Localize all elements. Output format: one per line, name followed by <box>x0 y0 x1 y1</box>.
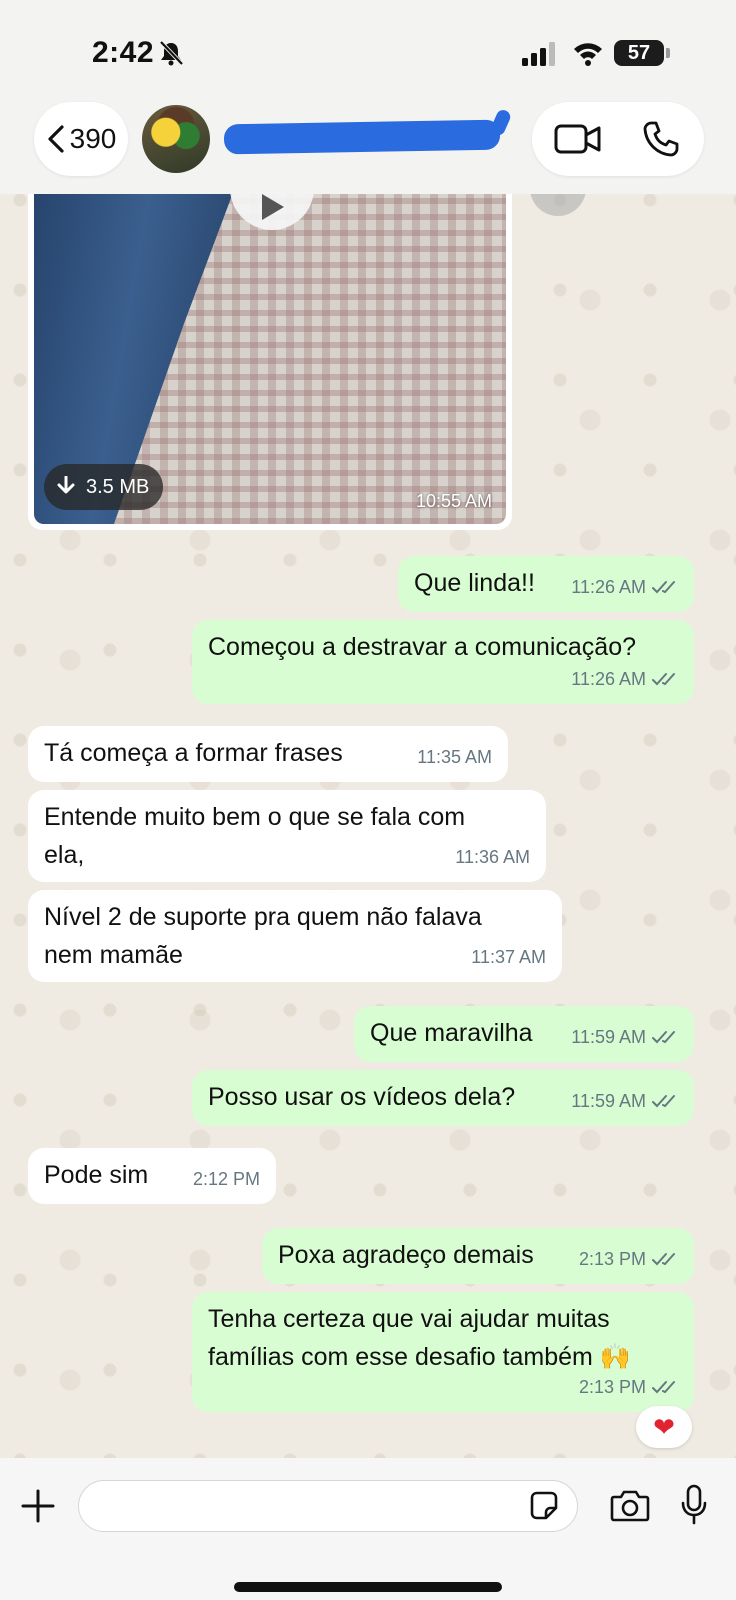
video-timestamp: 10:55 AM <box>415 491 492 511</box>
mic-icon[interactable] <box>680 1484 708 1526</box>
message-bubble-in[interactable]: Pode sim 2:12 PM <box>28 1148 276 1204</box>
download-icon <box>57 476 75 494</box>
video-thumbnail[interactable]: 3.5 MB 10:55 AM <box>34 190 506 524</box>
call-actions <box>532 102 704 176</box>
message-bubble-out[interactable]: Que linda!! 11:26 AM <box>398 556 694 612</box>
message-bubble-out[interactable]: Que maravilha 11:59 AM <box>354 1006 694 1062</box>
video-icon[interactable] <box>554 120 602 158</box>
message-meta: 2:13 PM <box>579 1240 678 1278</box>
sticker-icon[interactable] <box>528 1490 560 1522</box>
message-meta: 11:59 AM <box>571 1082 678 1120</box>
message-meta: 11:26 AM <box>571 568 678 606</box>
message-meta: 11:26 AM <box>571 660 678 698</box>
chevron-left-icon <box>48 125 64 153</box>
battery-indicator: 57 <box>614 40 670 66</box>
double-check-icon <box>652 1253 675 1266</box>
message-bubble-out[interactable]: Tenha certeza que vai ajudar muitas famí… <box>192 1292 694 1412</box>
status-bar: 2:42 57 <box>0 0 736 100</box>
phone-icon[interactable] <box>642 120 680 158</box>
message-time: 2:13 PM <box>578 1377 646 1397</box>
unread-count: 390 <box>69 123 117 154</box>
message-time: 2:13 PM <box>578 1249 646 1269</box>
message-time: 11:59 AM <box>571 1027 646 1047</box>
message-meta: 11:59 AM <box>571 1018 678 1056</box>
double-check-icon <box>652 673 675 686</box>
back-button[interactable]: 390 <box>34 102 128 176</box>
download-button[interactable]: 3.5 MB <box>44 464 164 510</box>
contact-name-redacted[interactable] <box>223 119 501 155</box>
play-icon[interactable] <box>230 190 314 230</box>
message-input[interactable] <box>78 1480 578 1532</box>
avatar[interactable] <box>142 105 210 173</box>
download-size: 3.5 MB <box>86 475 150 498</box>
message-meta: 2:12 PM <box>193 1160 260 1198</box>
message-bubble-in[interactable]: Nível 2 de suporte pra quem não falava n… <box>28 890 562 982</box>
double-check-icon <box>652 1381 675 1394</box>
message-time: 11:59 AM <box>571 1091 646 1111</box>
video-message[interactable]: 3.5 MB 10:55 AM <box>28 190 512 530</box>
message-meta: 11:36 AM <box>455 838 530 876</box>
message-time: 11:35 AM <box>417 747 492 767</box>
chat-header: 390 <box>0 100 736 194</box>
bell-off-icon <box>159 40 184 66</box>
double-check-icon <box>652 1095 675 1108</box>
status-time: 2:42 <box>92 36 155 69</box>
camera-icon[interactable] <box>610 1488 650 1522</box>
message-bubble-in[interactable]: Tá começa a formar frases 11:35 AM <box>28 726 508 782</box>
message-bubble-out[interactable]: Poxa agradeço demais 2:13 PM <box>262 1228 694 1284</box>
message-meta: 11:37 AM <box>471 938 546 976</box>
double-check-icon <box>652 581 675 594</box>
signal-icon <box>522 42 555 66</box>
message-text: Tenha certeza que vai ajudar muitas famí… <box>208 1305 631 1371</box>
message-time: 11:36 AM <box>455 847 530 867</box>
double-check-icon <box>652 1031 675 1044</box>
message-time: 11:26 AM <box>571 669 646 689</box>
message-time: 2:12 PM <box>192 1169 260 1189</box>
message-time: 11:37 AM <box>471 947 546 967</box>
heart-reaction[interactable]: ❤ <box>636 1406 692 1448</box>
message-meta: 11:35 AM <box>417 738 492 776</box>
message-bubble-out[interactable]: Posso usar os vídeos dela? 11:59 AM <box>192 1070 694 1126</box>
plus-icon[interactable] <box>20 1488 56 1524</box>
message-meta: 2:13 PM <box>579 1368 678 1406</box>
message-bubble-out[interactable]: Começou a destravar a comunicação? 11:26… <box>192 620 694 704</box>
message-bubble-in[interactable]: Entende muito bem o que se fala com ela,… <box>28 790 546 882</box>
wifi-icon <box>574 43 602 66</box>
message-time: 11:26 AM <box>571 577 646 597</box>
input-bar <box>0 1458 736 1600</box>
home-indicator <box>234 1582 502 1592</box>
